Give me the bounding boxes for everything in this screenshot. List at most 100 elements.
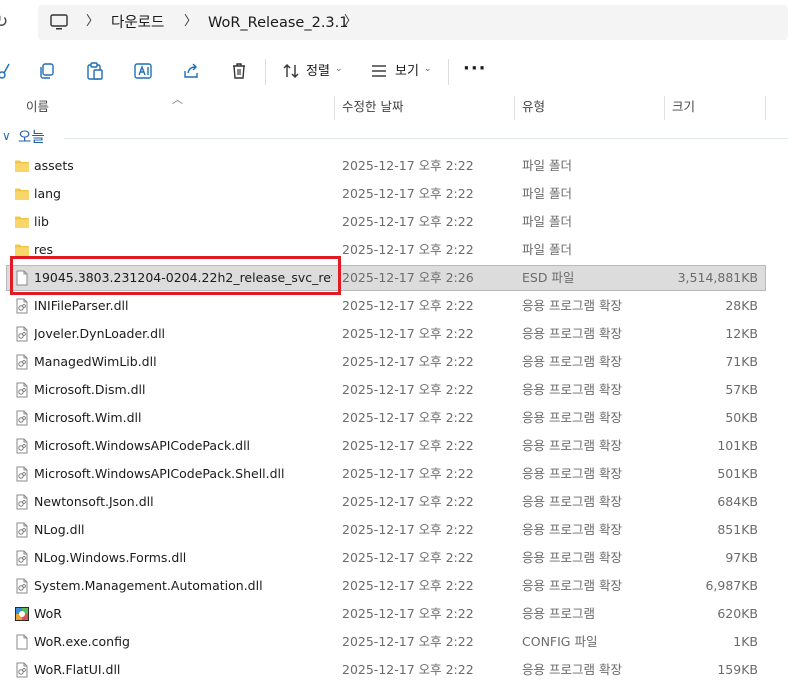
paste-icon[interactable] — [85, 61, 105, 81]
toolbar-divider — [448, 59, 449, 85]
column-type[interactable]: 유형 — [522, 99, 545, 115]
file-size: 159KB — [717, 662, 758, 677]
file-size: 501KB — [717, 466, 758, 481]
file-size: 101KB — [717, 438, 758, 453]
file-row[interactable]: Newtonsoft.Json.dll 2025-12-17 오후 2:22 응용 … — [0, 488, 788, 516]
file-type: 응용 프로그램 확장 — [522, 354, 622, 369]
file-name: Microsoft.WindowsAPICodePack.Shell.dll — [34, 466, 285, 481]
folder-icon — [14, 158, 30, 174]
cut-icon[interactable] — [0, 61, 12, 81]
file-size: 620KB — [717, 606, 758, 621]
highlight-annotation — [10, 256, 341, 295]
file-row[interactable]: assets 2025-12-17 오후 2:22 파일 폴더 — [0, 152, 788, 180]
group-divider — [64, 138, 788, 139]
column-name[interactable]: 이름 — [26, 99, 49, 115]
file-type: 응용 프로그램 확장 — [522, 298, 622, 313]
dll-icon — [14, 494, 30, 510]
file-row[interactable]: Joveler.DynLoader.dll 2025-12-17 오후 2:22 응… — [0, 320, 788, 348]
file-name: WoR — [34, 606, 62, 621]
dll-icon — [14, 662, 30, 678]
file-type: 파일 폴더 — [522, 186, 572, 201]
file-row[interactable]: lang 2025-12-17 오후 2:22 파일 폴더 — [0, 180, 788, 208]
breadcrumb[interactable]: 〉 다운로드 〉 WoR_Release_2.3.1 〉 — [38, 5, 788, 40]
this-pc-icon[interactable] — [50, 14, 68, 31]
file-size: 1KB — [733, 634, 758, 649]
address-bar: ↻ 〉 다운로드 〉 WoR_Release_2.3.1 〉 — [0, 0, 788, 46]
file-name: Microsoft.Wim.dll — [34, 410, 142, 425]
dll-icon — [14, 382, 30, 398]
file-date: 2025-12-17 오후 2:22 — [342, 214, 474, 229]
file-row[interactable]: Microsoft.Dism.dll 2025-12-17 오후 2:22 응용 프… — [0, 376, 788, 404]
file-size: 71KB — [725, 354, 758, 369]
file-name: WoR.exe.config — [34, 634, 130, 649]
delete-icon[interactable] — [229, 61, 249, 81]
file-row[interactable]: ManagedWimLib.dll 2025-12-17 오후 2:22 응용 프로… — [0, 348, 788, 376]
breadcrumb-downloads[interactable]: 다운로드 — [111, 13, 164, 33]
file-date: 2025-12-17 오후 2:22 — [342, 466, 474, 481]
file-row[interactable]: WoR.exe.config 2025-12-17 오후 2:22 CONFIG 파… — [0, 628, 788, 656]
rename-icon[interactable] — [133, 61, 153, 81]
file-name: Joveler.DynLoader.dll — [34, 326, 166, 341]
share-icon[interactable] — [181, 61, 201, 81]
file-type: CONFIG 파일 — [522, 634, 598, 649]
column-size[interactable]: 크기 — [672, 99, 695, 115]
file-type: 파일 폴더 — [522, 214, 572, 229]
file-row[interactable]: INIFileParser.dll 2025-12-17 오후 2:22 응용 프로… — [0, 292, 788, 320]
chevron-down-icon[interactable]: ∨ — [2, 129, 11, 143]
file-row[interactable]: Microsoft.WindowsAPICodePack.dll 2025-12-… — [0, 432, 788, 460]
file-name: WoR.FlatUI.dll — [34, 662, 121, 677]
sort-ascending-icon: ︿ — [172, 93, 183, 106]
view-icon[interactable] — [369, 61, 389, 81]
file-row[interactable]: lib 2025-12-17 오후 2:22 파일 폴더 — [0, 208, 788, 236]
chevron-down-icon[interactable]: ⌄ — [335, 64, 343, 74]
file-date: 2025-12-17 오후 2:22 — [342, 522, 474, 537]
dll-icon — [14, 466, 30, 482]
file-date: 2025-12-17 오후 2:26 — [342, 270, 474, 285]
file-date: 2025-12-17 오후 2:22 — [342, 578, 474, 593]
file-row[interactable]: Microsoft.WindowsAPICodePack.Shell.dll 20… — [0, 460, 788, 488]
file-type: 응용 프로그램 확장 — [522, 382, 622, 397]
group-header-today[interactable]: ∨ 오늘 — [0, 124, 788, 152]
breadcrumb-folder[interactable]: WoR_Release_2.3.1 — [208, 13, 348, 33]
column-resize-handle[interactable] — [664, 96, 665, 120]
dll-icon — [14, 578, 30, 594]
file-row[interactable]: NLog.dll 2025-12-17 오후 2:22 응용 프로그램 확장 851K… — [0, 516, 788, 544]
chevron-down-icon[interactable]: ⌄ — [424, 64, 432, 74]
file-date: 2025-12-17 오후 2:22 — [342, 298, 474, 313]
file-date: 2025-12-17 오후 2:22 — [342, 438, 474, 453]
dll-icon — [14, 522, 30, 538]
sort-button[interactable]: 정렬 — [306, 63, 330, 81]
file-name: INIFileParser.dll — [34, 298, 129, 313]
file-date: 2025-12-17 오후 2:22 — [342, 494, 474, 509]
breadcrumb-separator[interactable]: 〉 — [184, 12, 197, 32]
column-date[interactable]: 수정한 날짜 — [342, 99, 403, 115]
dll-icon — [14, 438, 30, 454]
breadcrumb-separator[interactable]: 〉 — [344, 12, 357, 32]
file-name: lib — [34, 214, 49, 229]
file-name: assets — [34, 158, 74, 173]
file-date: 2025-12-17 오후 2:22 — [342, 158, 474, 173]
file-row[interactable]: WoR 2025-12-17 오후 2:22 응용 프로그램 620KB — [0, 600, 788, 628]
view-button[interactable]: 보기 — [395, 63, 419, 81]
column-resize-handle[interactable] — [765, 96, 766, 120]
file-size: 3,514,881KB — [677, 270, 758, 285]
file-date: 2025-12-17 오후 2:22 — [342, 186, 474, 201]
file-name: Microsoft.WindowsAPICodePack.dll — [34, 438, 251, 453]
file-name: NLog.dll — [34, 522, 85, 537]
file-date: 2025-12-17 오후 2:22 — [342, 382, 474, 397]
file-name: Newtonsoft.Json.dll — [34, 494, 154, 509]
file-row[interactable]: System.Management.Automation.dll 2025-12-… — [0, 572, 788, 600]
breadcrumb-separator[interactable]: 〉 — [86, 12, 99, 32]
dll-icon — [14, 410, 30, 426]
refresh-icon[interactable]: ↻ — [0, 10, 16, 34]
copy-icon[interactable] — [37, 61, 57, 81]
file-row[interactable]: NLog.Windows.Forms.dll 2025-12-17 오후 2:22… — [0, 544, 788, 572]
column-resize-handle[interactable] — [334, 96, 335, 120]
sort-icon[interactable] — [281, 61, 301, 81]
column-resize-handle[interactable] — [514, 96, 515, 120]
file-name: lang — [34, 186, 61, 201]
file-size: 57KB — [725, 382, 758, 397]
more-options-button[interactable]: ··· — [463, 58, 487, 79]
file-row[interactable]: Microsoft.Wim.dll 2025-12-17 오후 2:22 응용 프로… — [0, 404, 788, 432]
file-row[interactable]: WoR.FlatUI.dll 2025-12-17 오후 2:22 응용 프로그램 … — [0, 656, 788, 684]
